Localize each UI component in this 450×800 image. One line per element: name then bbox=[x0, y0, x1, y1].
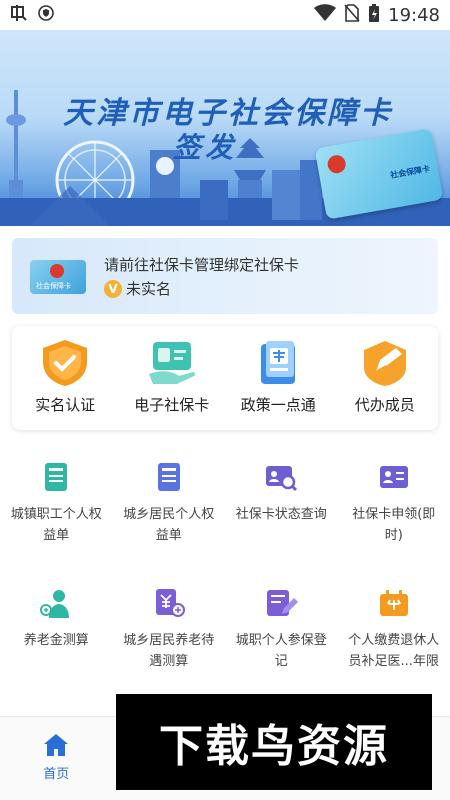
rural-benefits-icon bbox=[157, 463, 180, 491]
no-sim-icon bbox=[344, 3, 360, 27]
bind-card-prompt[interactable]: 社会保障卡 请前往社保卡管理绑定社保卡 V 未实名 bbox=[12, 238, 438, 314]
card-status-search-icon bbox=[266, 466, 298, 492]
quick-action-e-card[interactable]: 电子社保卡 bbox=[119, 326, 226, 430]
verification-status: V 未实名 bbox=[104, 278, 171, 299]
medical-supplement-icon bbox=[379, 590, 408, 616]
social-card-thumbnail: 社会保障卡 bbox=[30, 260, 86, 294]
service-grid: 城镇职工个人权益单 城乡居民个人权益单 社保卡状态查询 社保卡申领(即时) 养老… bbox=[0, 444, 450, 696]
bind-card-prompt-text: 请前往社保卡管理绑定社保卡 bbox=[104, 256, 300, 274]
home-icon bbox=[44, 734, 69, 756]
verified-shield-icon bbox=[43, 340, 88, 386]
service-row: 养老金测算 城乡居民养老待遇测算 城职个人参保登记 个人缴费退休人员补足医...… bbox=[0, 570, 450, 696]
rural-pension-calc-icon bbox=[155, 589, 185, 617]
banner-subtitle: 签发 bbox=[172, 131, 237, 164]
shield-icon bbox=[38, 5, 54, 25]
thumbnail-card-label: 社会保障卡 bbox=[36, 282, 71, 290]
pension-calc-icon bbox=[40, 590, 70, 618]
service-insurance-register[interactable]: 城职个人参保登记 bbox=[225, 570, 338, 696]
service-card-apply[interactable]: 社保卡申领(即时) bbox=[338, 444, 450, 570]
verification-status-text: 未实名 bbox=[126, 280, 172, 298]
service-label: 城乡居民养老待遇测算 bbox=[123, 633, 215, 669]
battery-charging-icon bbox=[368, 3, 380, 28]
quick-action-label: 电子社保卡 bbox=[134, 396, 210, 414]
card-apply-icon bbox=[379, 466, 408, 488]
quick-action-label: 代办成员 bbox=[354, 396, 415, 414]
service-medical-supplement[interactable]: 个人缴费退休人员补足医...年限 bbox=[338, 570, 450, 696]
quick-actions-panel: 实名认证 电子社保卡 政策一点通 代办成员 bbox=[12, 326, 438, 430]
app-notification-icon bbox=[10, 4, 28, 26]
service-card-status[interactable]: 社保卡状态查询 bbox=[225, 444, 338, 570]
nav-home[interactable]: 首页 bbox=[0, 717, 113, 800]
service-label: 城职个人参保登记 bbox=[235, 633, 327, 669]
quick-action-label: 政策一点通 bbox=[240, 396, 316, 414]
service-label: 社保卡状态查询 bbox=[235, 507, 327, 522]
e-card-hand-icon bbox=[148, 342, 195, 384]
service-row: 城镇职工个人权益单 城乡居民个人权益单 社保卡状态查询 社保卡申领(即时) bbox=[0, 444, 450, 570]
quick-action-policy[interactable]: 政策一点通 bbox=[225, 326, 332, 430]
service-label: 城乡居民个人权益单 bbox=[123, 507, 215, 543]
banner-carousel[interactable]: 天津市电子社会保障卡 签发 社会保障卡 bbox=[0, 30, 450, 226]
policy-document-icon bbox=[261, 341, 296, 384]
service-label: 个人缴费退休人员补足医...年限 bbox=[348, 633, 440, 669]
status-time: 19:48 bbox=[388, 4, 440, 26]
wifi-icon bbox=[314, 3, 337, 27]
urban-benefits-icon bbox=[45, 463, 68, 491]
quick-action-real-name[interactable]: 实名认证 bbox=[12, 326, 119, 430]
verified-v-icon: V bbox=[104, 279, 122, 298]
service-label: 养老金测算 bbox=[23, 633, 89, 648]
service-label: 城镇职工个人权益单 bbox=[10, 507, 102, 543]
quick-action-label: 实名认证 bbox=[35, 396, 96, 414]
card-label: 社会保障卡 bbox=[389, 164, 431, 180]
insurance-register-icon bbox=[267, 590, 299, 616]
pencil-edit-icon bbox=[363, 341, 406, 386]
watermark-text: 下载鸟资源 bbox=[159, 721, 389, 772]
watermark-overlay: 下载鸟资源 bbox=[116, 694, 432, 790]
national-emblem-icon bbox=[50, 264, 64, 278]
service-rural-pension-calc[interactable]: 城乡居民养老待遇测算 bbox=[113, 570, 226, 696]
service-pension-calc[interactable]: 养老金测算 bbox=[0, 570, 113, 696]
status-bar: 19:48 bbox=[0, 0, 450, 30]
service-label: 社保卡申领(即时) bbox=[352, 507, 436, 543]
national-emblem-icon bbox=[326, 153, 348, 175]
service-urban-benefits[interactable]: 城镇职工个人权益单 bbox=[0, 444, 113, 570]
nav-home-label: 首页 bbox=[43, 767, 70, 782]
quick-action-proxy-members[interactable]: 代办成员 bbox=[332, 326, 439, 430]
service-rural-benefits[interactable]: 城乡居民个人权益单 bbox=[113, 444, 226, 570]
